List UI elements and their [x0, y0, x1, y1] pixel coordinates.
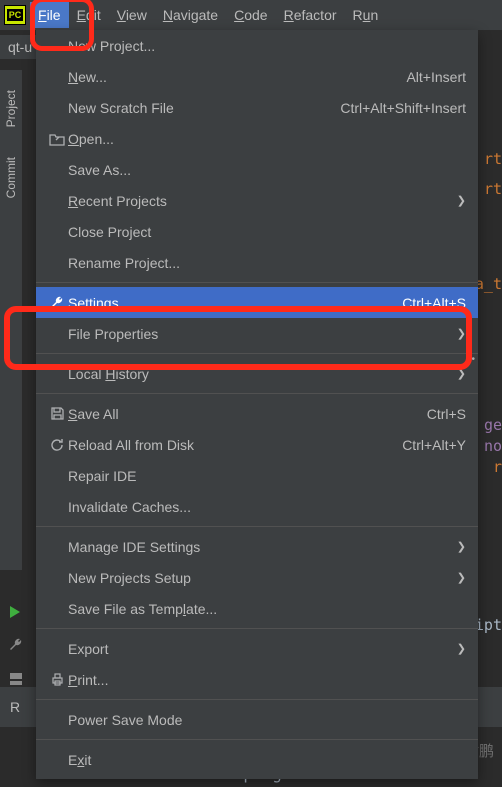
- menu-item-label: Repair IDE: [68, 468, 136, 484]
- menu-run[interactable]: Run: [345, 2, 387, 28]
- app-icon: PC: [4, 5, 26, 25]
- menu-separator: [36, 282, 478, 283]
- menu-item-save-all[interactable]: Save All Ctrl+S: [36, 398, 478, 429]
- menu-item-manage-ide-settings[interactable]: Manage IDE Settings ❯: [36, 531, 478, 562]
- menu-item-new-project[interactable]: New Project...: [36, 30, 478, 61]
- save-icon: [46, 406, 68, 421]
- menu-item-power-save-mode[interactable]: Power Save Mode: [36, 704, 478, 735]
- tool-window-tabs: Project Commit: [0, 70, 22, 570]
- menu-item-label: New Projects Setup: [68, 570, 191, 586]
- run-panel-label: R: [10, 699, 20, 715]
- menu-item-label: Local History: [68, 366, 149, 382]
- update-dot-icon: •: [471, 354, 475, 365]
- menu-item-new-scratch-file[interactable]: New Scratch File Ctrl+Alt+Shift+Insert: [36, 92, 478, 123]
- menu-separator: [36, 526, 478, 527]
- tool-tab-commit[interactable]: Commit: [4, 157, 18, 198]
- tool-tab-project[interactable]: Project: [4, 90, 18, 127]
- file-menu-dropdown: New Project... New... Alt+Insert New Scratc…: [36, 30, 478, 779]
- app-icon-label: PC: [7, 9, 24, 21]
- menu-item-label: File Properties: [68, 326, 158, 342]
- run-icon[interactable]: [8, 605, 32, 619]
- menu-item-export[interactable]: Export ❯: [36, 633, 478, 664]
- menu-item-label: Save As...: [68, 162, 131, 178]
- wrench-icon: [46, 295, 68, 311]
- menu-code[interactable]: Code: [226, 2, 275, 28]
- menu-item-open[interactable]: Open...: [36, 123, 478, 154]
- menu-item-shortcut: Alt+Insert: [406, 69, 466, 85]
- breadcrumb[interactable]: qt-u: [0, 35, 40, 59]
- bg-code-token: rt: [484, 150, 502, 168]
- bg-code-token: no: [484, 437, 502, 455]
- menu-item-shortcut: Ctrl+Alt+S: [402, 295, 466, 311]
- menu-item-label: Exit: [68, 752, 91, 768]
- menu-separator: [36, 699, 478, 700]
- menu-item-label: Manage IDE Settings: [68, 539, 200, 555]
- menu-item-label: Close Project: [68, 224, 151, 240]
- menu-item-local-history[interactable]: Local History❯•: [36, 358, 478, 389]
- menu-item-shortcut: Ctrl+Alt+Y: [402, 437, 466, 453]
- reload-icon: [46, 437, 68, 452]
- menu-item-exit[interactable]: Exit: [36, 744, 478, 775]
- menu-item-settings[interactable]: Settings... Ctrl+Alt+S: [36, 287, 478, 318]
- menu-item-save-file-as-template[interactable]: Save File as Template...: [36, 593, 478, 624]
- bg-code-token: ge: [484, 416, 502, 434]
- menu-item-rename-project[interactable]: Rename Project...: [36, 247, 478, 278]
- menu-item-repair-ide[interactable]: Repair IDE: [36, 460, 478, 491]
- menu-item-close-project[interactable]: Close Project: [36, 216, 478, 247]
- chevron-right-icon: ❯: [452, 540, 466, 553]
- menu-item-label: Rename Project...: [68, 255, 180, 271]
- menu-separator: [36, 739, 478, 740]
- menu-navigate[interactable]: Navigate: [155, 2, 226, 28]
- menu-separator: [36, 353, 478, 354]
- menu-item-shortcut: Ctrl+Alt+Shift+Insert: [340, 100, 466, 116]
- menu-item-save-as[interactable]: Save As...: [36, 154, 478, 185]
- menu-item-label: New Scratch File: [68, 100, 174, 116]
- menu-refactor[interactable]: Refactor: [276, 2, 345, 28]
- folder-icon: [46, 132, 68, 146]
- menu-item-label: Save File as Template...: [68, 601, 217, 617]
- menu-item-invalidate-caches[interactable]: Invalidate Caches...: [36, 491, 478, 522]
- menu-item-label: Print...: [68, 672, 108, 688]
- chevron-right-icon: ❯: [452, 642, 466, 655]
- menu-item-label: Recent Projects: [68, 193, 167, 209]
- chevron-right-icon: ❯: [452, 367, 466, 380]
- wrench-tool-icon[interactable]: [8, 637, 32, 653]
- menu-item-print[interactable]: Print...: [36, 664, 478, 695]
- menu-item-label: Open...: [68, 131, 114, 147]
- menu-item-label: Settings...: [68, 295, 130, 311]
- chevron-right-icon: ❯: [452, 194, 466, 207]
- menu-item-label: New...: [68, 69, 107, 85]
- menu-item-label: Power Save Mode: [68, 712, 182, 728]
- menu-item-label: Invalidate Caches...: [68, 499, 191, 515]
- bg-code-token: r: [493, 458, 502, 476]
- menu-file[interactable]: File: [30, 2, 69, 28]
- menu-item-shortcut: Ctrl+S: [427, 406, 466, 422]
- chevron-right-icon: ❯: [452, 327, 466, 340]
- tool-icon[interactable]: [8, 671, 32, 687]
- menu-item-reload-all-from-disk[interactable]: Reload All from Disk Ctrl+Alt+Y: [36, 429, 478, 460]
- menu-item-new-projects-setup[interactable]: New Projects Setup ❯: [36, 562, 478, 593]
- bg-code-token: rt: [484, 180, 502, 198]
- menu-item-label: Save All: [68, 406, 119, 422]
- menu-item-new[interactable]: New... Alt+Insert: [36, 61, 478, 92]
- print-icon: [46, 672, 68, 687]
- bg-code-token: a_t: [475, 275, 502, 293]
- menu-item-label: New Project...: [68, 38, 155, 54]
- menu-separator: [36, 628, 478, 629]
- chevron-right-icon: ❯: [452, 571, 466, 584]
- bg-code-token: ipt: [475, 616, 502, 634]
- menu-item-label: Export: [68, 641, 108, 657]
- menu-bar: PC FileEditViewNavigateCodeRefactorRun: [0, 0, 502, 30]
- menu-view[interactable]: View: [109, 2, 155, 28]
- menu-item-file-properties[interactable]: File Properties ❯: [36, 318, 478, 349]
- menu-item-label: Reload All from Disk: [68, 437, 194, 453]
- menu-separator: [36, 393, 478, 394]
- menu-item-recent-projects[interactable]: Recent Projects ❯: [36, 185, 478, 216]
- menu-edit[interactable]: Edit: [69, 2, 109, 28]
- left-tool-strip: [0, 605, 32, 687]
